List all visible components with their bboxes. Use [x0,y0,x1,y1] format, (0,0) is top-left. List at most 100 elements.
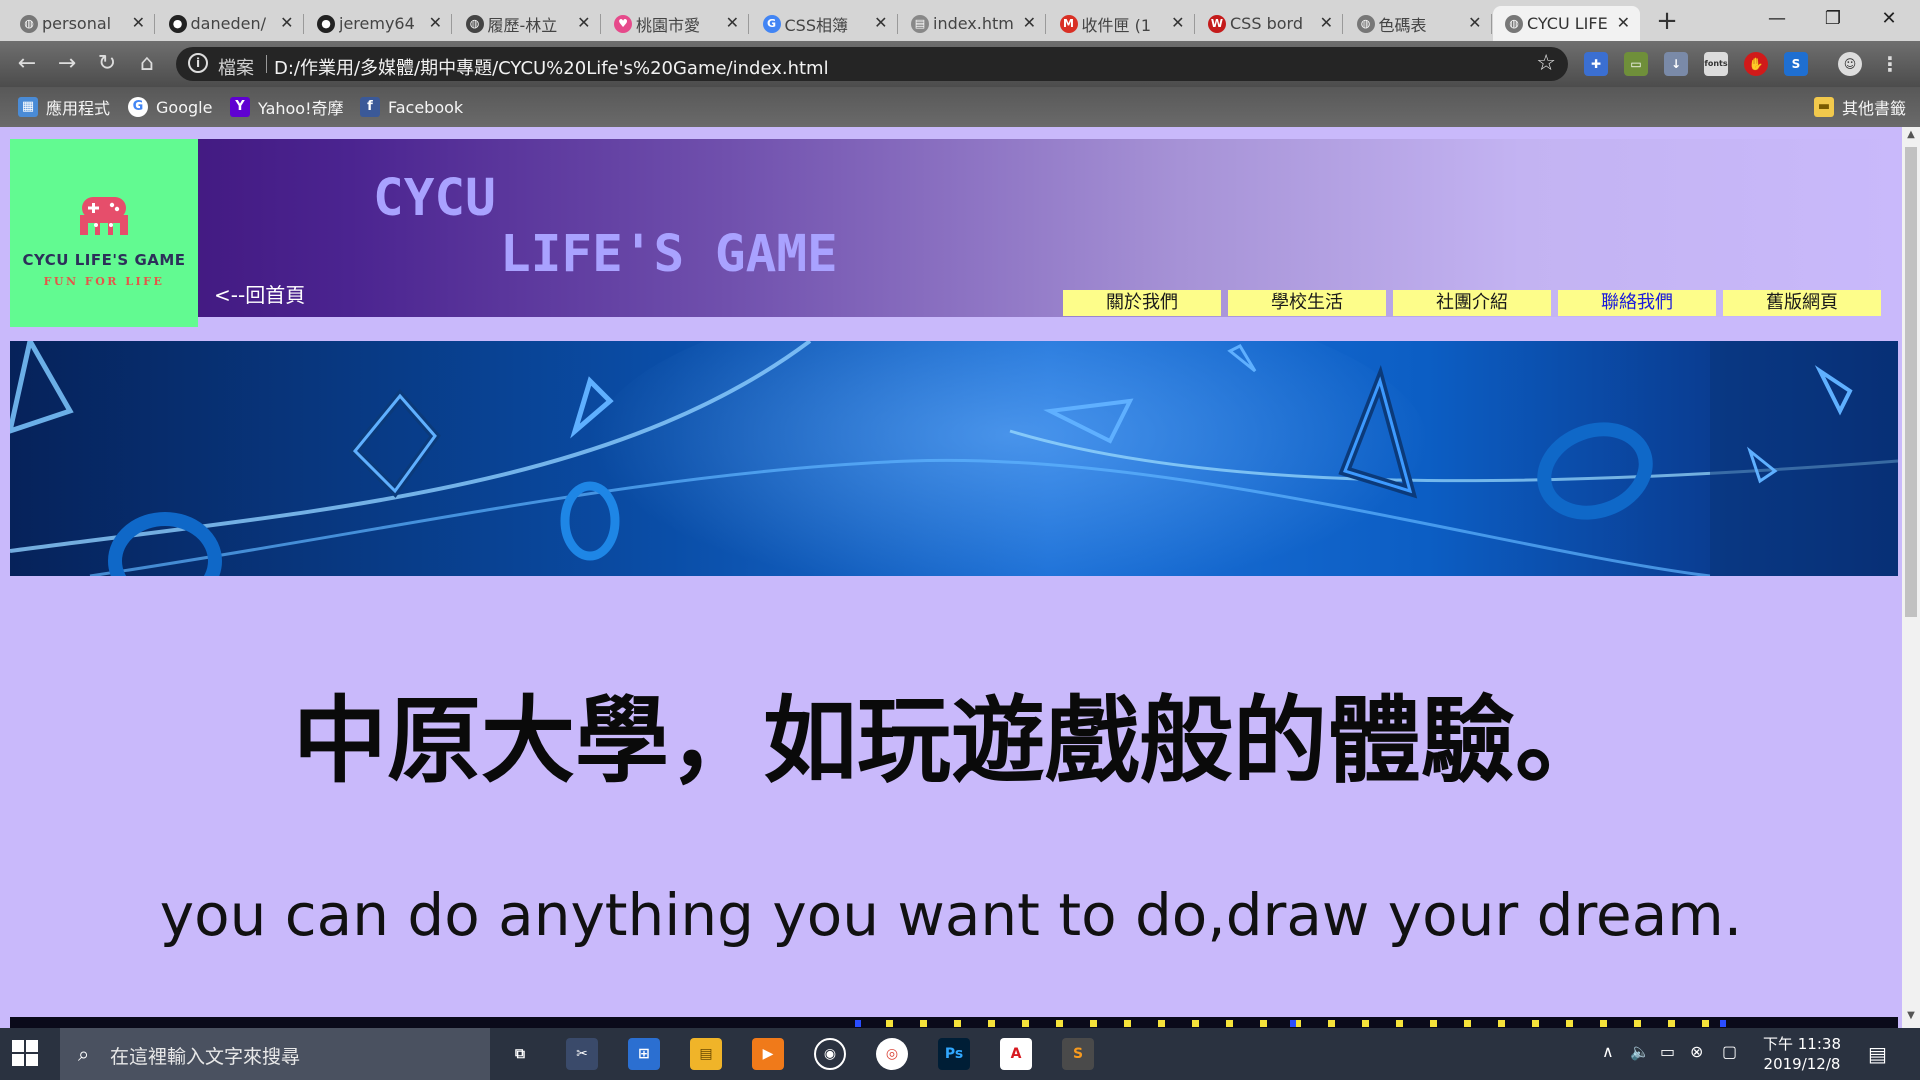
nav-school-life[interactable]: 學校生活 [1228,290,1386,316]
extension-puzzle-icon[interactable]: ✚ [1584,52,1608,76]
bookmark-apps[interactable]: ▦ 應用程式 [18,95,110,119]
footer-dot [1702,1020,1709,1027]
footer-dot [1396,1020,1403,1027]
home-link[interactable]: <--回首頁 [214,279,305,308]
home-icon[interactable]: ⌂ [132,50,162,78]
browser-tab[interactable]: ◍ CYCU LIFE ✕ [1493,6,1640,41]
maximize-button[interactable]: ❐ [1802,0,1864,41]
close-tab-icon[interactable]: ✕ [1468,13,1481,32]
media-player-icon[interactable]: ▶ [752,1038,784,1070]
ime-icon[interactable]: ▢ [1722,1042,1737,1061]
nav-contact[interactable]: 聯絡我們 [1558,290,1716,316]
close-tab-icon[interactable]: ✕ [577,13,590,32]
groove-icon[interactable]: ◉ [814,1038,846,1070]
browser-tab[interactable]: ● jeremy64 ✕ [305,6,452,41]
footer-strip [10,1017,1898,1028]
close-tab-icon[interactable]: ✕ [874,13,887,32]
info-icon[interactable]: i [188,53,208,73]
tray-chevron-icon[interactable]: ∧ [1602,1042,1614,1061]
footer-dot [954,1020,961,1027]
reload-icon[interactable]: ↻ [92,50,122,78]
browser-tab[interactable]: ● daneden/ ✕ [157,6,304,41]
snip-icon[interactable]: ✂ [566,1038,598,1070]
bookmark-google[interactable]: G Google [128,95,212,119]
forward-icon[interactable]: → [52,50,82,78]
scrollbar-thumb[interactable] [1905,147,1917,617]
browser-tab[interactable]: M 收件匣 (1 ✕ [1048,6,1195,41]
windows-start-icon[interactable] [12,1040,38,1066]
tab-label: jeremy64 [339,14,415,33]
minimize-button[interactable]: — [1746,0,1808,41]
close-tab-icon[interactable]: ✕ [1320,13,1333,32]
close-tab-icon[interactable]: ✕ [132,13,145,32]
scroll-up-icon[interactable]: ▲ [1902,129,1920,145]
tab-separator [1342,14,1343,34]
clock-date: 2019/12/8 [1763,1055,1841,1073]
tab-separator [302,14,304,34]
menu-icon[interactable]: ⋮ [1878,52,1902,76]
extension-s-icon[interactable]: S [1784,52,1808,76]
extension-fonts-icon[interactable]: fonts [1704,52,1728,76]
explorer-icon[interactable]: ▤ [690,1038,722,1070]
footer-dot [1056,1020,1063,1027]
heart-icon: ♥ [614,15,632,33]
nav-about[interactable]: 關於我們 [1063,290,1221,316]
footer-dot [1668,1020,1675,1027]
bookmark-label: Google [156,97,213,117]
store-icon[interactable]: ⊞ [628,1038,660,1070]
close-window-button[interactable]: ✕ [1858,0,1920,41]
close-tab-icon[interactable]: ✕ [429,13,442,32]
scroll-down-icon[interactable]: ▼ [1902,1010,1920,1026]
sublime-icon[interactable]: S [1062,1038,1094,1070]
notification-icon[interactable]: ▤ [1868,1042,1887,1066]
gmail-icon: M [1059,15,1078,33]
extension-download-icon[interactable]: ↓ [1664,52,1688,76]
taskbar-clock[interactable]: 下午 11:38 2019/12/8 [1762,1034,1842,1074]
address-url[interactable]: D:/作業用/多媒體/期中專題/CYCU%20Life's%20Game/ind… [274,54,829,80]
back-icon[interactable]: ← [12,50,42,78]
tab-label: CSS bord [1230,14,1303,33]
browser-tab[interactable]: G CSS相簿 ✕ [751,6,898,41]
bookmark-star-icon[interactable]: ☆ [1536,51,1556,76]
chrome-icon[interactable]: ◎ [876,1038,908,1070]
close-tab-icon[interactable]: ✕ [1023,13,1036,32]
close-tab-icon[interactable]: ✕ [1617,13,1630,32]
nav-old-site[interactable]: 舊版網頁 [1723,290,1881,316]
close-tab-icon[interactable]: ✕ [726,13,739,32]
bookmark-facebook[interactable]: f Facebook [360,95,463,119]
acrobat-icon[interactable]: A [1000,1038,1032,1070]
browser-tab[interactable]: ◍ 履歷-林立 ✕ [454,6,601,41]
close-tab-icon[interactable]: ✕ [1171,13,1184,32]
address-bar[interactable]: i 檔案 D:/作業用/多媒體/期中專題/CYCU%20Life's%20Gam… [176,47,1568,81]
browser-tab[interactable]: ◍ 色碼表 ✕ [1345,6,1492,41]
footer-accent [1720,1020,1726,1027]
photoshop-icon[interactable]: Ps [938,1038,970,1070]
footer-accent [1290,1020,1296,1027]
volume-icon[interactable]: 🔈 [1630,1042,1650,1061]
extension-adblock-icon[interactable]: ✋ [1744,52,1768,76]
browser-tab[interactable]: W CSS bord ✕ [1196,6,1343,41]
browser-tab[interactable]: ◍ personal ✕ [8,6,155,41]
site-logo[interactable]: CYCU LIFE'S GAME FUN FOR LIFE [10,139,198,327]
browser-toolbar: ← → ↻ ⌂ i 檔案 D:/作業用/多媒體/期中專題/CYCU%20Life… [0,41,1920,87]
page-scrollbar[interactable]: ▲ ▼ [1902,127,1920,1028]
task-view-icon[interactable]: ⧉ [504,1038,536,1070]
profile-avatar[interactable]: ☺ [1838,52,1862,76]
github-icon: ● [317,15,335,33]
tab-strip: ◍ personal ✕ ● daneden/✕ ● jeremy64 ✕ ◍ 履歷-林立 ✕ ♥ 桃園… [0,0,1920,41]
nav-clubs[interactable]: 社團介紹 [1393,290,1551,316]
footer-dot [1430,1020,1437,1027]
page-subline: you can do anything you want to do,draw … [159,881,1743,949]
new-tab-button[interactable]: + [1652,8,1682,36]
bookmark-yahoo[interactable]: Y Yahoo!奇摩 [230,95,344,119]
network-icon[interactable]: ▭ [1660,1042,1675,1061]
google-icon: G [762,15,781,33]
browser-tab[interactable]: ♥ 桃園市愛 ✕ [602,6,749,41]
bookmark-other[interactable]: ▬ 其他書籤 [1814,95,1906,119]
taskbar-search[interactable]: ⌕ 在這裡輸入文字來搜尋 [60,1028,490,1080]
mute-icon[interactable]: ⊗ [1690,1042,1703,1061]
close-tab-icon[interactable]: ✕ [280,13,293,32]
folder-icon: ▬ [1814,97,1834,117]
extension-screen-icon[interactable]: ▭ [1624,52,1648,76]
browser-tab[interactable]: ▤ index.htm ✕ [899,6,1046,41]
